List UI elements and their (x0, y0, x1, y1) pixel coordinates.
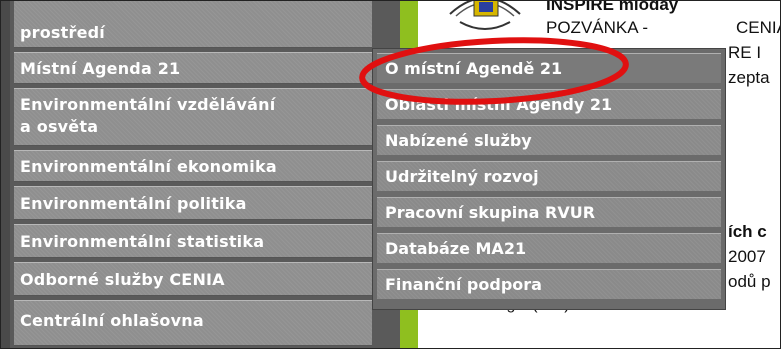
submenu-item-databaze[interactable]: Databáze MA21 (377, 233, 721, 263)
sidebar-item-env-statistika[interactable]: Environmentální statistika (14, 224, 372, 258)
news-text-3: zepta (728, 68, 770, 87)
submenu-item-financni-podpora[interactable]: Finanční podpora (377, 269, 721, 299)
submenu-item-nabizene-sluzby[interactable]: Nabízené služby (377, 125, 721, 155)
sidebar: prostředí Místní Agenda 21 Environmentál… (0, 0, 400, 349)
sidebar-border (0, 0, 10, 349)
sidebar-item-odborne-sluzby[interactable]: Odborné služby CENIA (14, 262, 372, 296)
news-text-1a: POZVÁNKA - (546, 18, 649, 37)
sidebar-item-label: Odborné služby CENIA (20, 270, 225, 289)
sidebar-item-prostredi[interactable]: prostředí (14, 0, 372, 48)
sidebar-item-label: prostředí (20, 23, 105, 42)
sidebar-item-label: Místní Agenda 21 (20, 59, 181, 78)
submenu-item-o-mistni-agende[interactable]: O místní Agendě 21 (377, 53, 721, 83)
sidebar-item-label: Environmentální statistika (20, 232, 265, 251)
submenu-dropdown: O místní Agendě 21 Oblasti místní Agendy… (372, 48, 726, 310)
news-text-6: odů p (728, 272, 771, 291)
sidebar-item-label: Environmentální politika (20, 194, 247, 213)
sidebar-item-label: Environmentální ekonomika (20, 157, 277, 176)
sidebar-item-mistni-agenda-21[interactable]: Místní Agenda 21 (14, 52, 372, 84)
news-heading-2[interactable]: ích c (728, 222, 767, 242)
logo-emblem-icon (449, 0, 521, 30)
sidebar-item-env-vzdelavani[interactable]: Environmentální vzdělávání a osvěta (14, 88, 372, 146)
submenu-item-oblasti[interactable]: Oblasti místní Agendy 21 (377, 89, 721, 119)
news-text-5: 2007 (728, 247, 766, 266)
sidebar-item-centralni-ohlasovna[interactable]: Centrální ohlašovna (14, 300, 372, 346)
sidebar-item-label: Centrální ohlašovna (20, 311, 204, 330)
submenu-item-pracovni-skupina[interactable]: Pracovní skupina RVUR (377, 197, 721, 227)
sidebar-item-label: Environmentální vzdělávání (20, 95, 276, 114)
news-text-2: RE I (728, 43, 762, 62)
sidebar-item-label-cont: a osvěta (20, 117, 99, 136)
news-text-1b: CENIA (736, 18, 781, 37)
news-title[interactable]: INSPIRE mìoday (546, 0, 678, 15)
sidebar-item-env-ekonomika[interactable]: Environmentální ekonomika (14, 150, 372, 182)
submenu-item-udrzitelny-rozvoj[interactable]: Udržitelný rozvoj (377, 161, 721, 191)
sidebar-item-env-politika[interactable]: Environmentální politika (14, 186, 372, 220)
